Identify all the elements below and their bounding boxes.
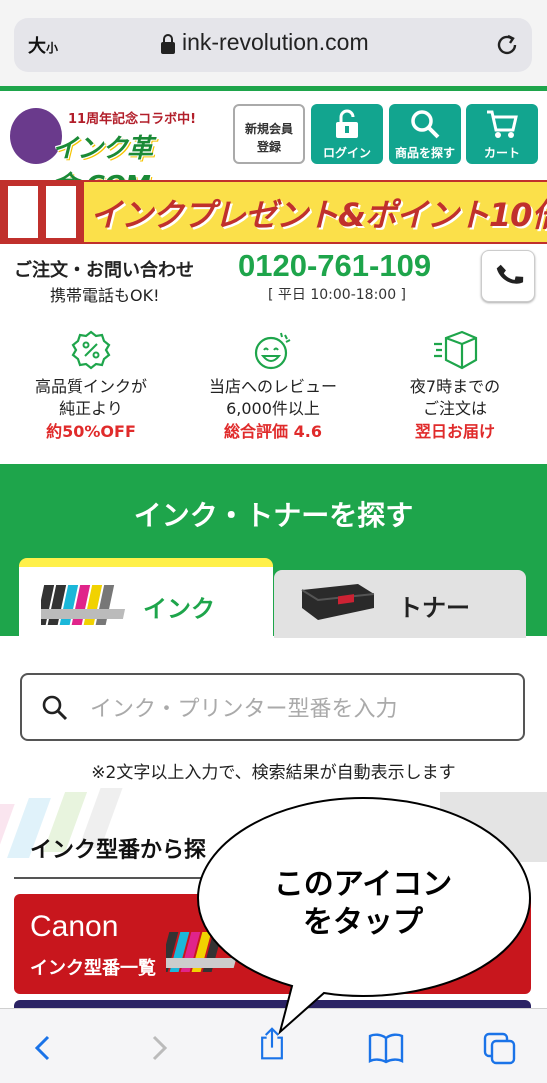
ink-cartridges-icon <box>41 585 126 625</box>
search-placeholder: インク・プリンター型番を入力 <box>90 697 398 722</box>
feature-highlight: 約50%OFF <box>46 422 136 441</box>
callout-bubble: このアイコン をタップ <box>196 796 546 1062</box>
feature-price: 高品質インクが 純正より 約50%OFF <box>6 330 176 444</box>
banner-image <box>0 182 84 242</box>
cart-label: カート <box>483 146 520 160</box>
header-accent-line <box>0 86 547 91</box>
reload-icon[interactable] <box>492 30 522 60</box>
promo-banner[interactable]: インクプレゼント&ポイント10倍 <box>0 180 547 244</box>
percent-badge-icon <box>71 330 111 370</box>
delivery-box-icon <box>434 330 478 370</box>
text-size-small: 小 <box>46 41 59 55</box>
tab-toner[interactable]: トナー <box>274 570 526 638</box>
call-button[interactable] <box>481 250 535 302</box>
login-label: ログイン <box>322 146 371 160</box>
product-search-label: 商品を探す <box>394 146 455 160</box>
cart-icon <box>487 110 518 138</box>
tab-ink-label: インク <box>143 595 215 623</box>
search-note: ※2文字以上入力で、検索結果が自動表示します <box>91 763 456 783</box>
smile-icon <box>254 332 291 370</box>
search-icon <box>42 695 68 721</box>
search-input[interactable]: インク・プリンター型番を入力 <box>20 673 525 741</box>
feature-line-2: ご注文は <box>422 399 487 418</box>
product-search-button[interactable]: 商品を探す <box>389 104 461 164</box>
callout-line-1: このアイコン <box>273 867 453 902</box>
model-section-title: インク型番から探 <box>30 838 207 863</box>
contact-subtitle: 携帯電話もOK! <box>50 286 160 305</box>
callout-text: このアイコン をタップ <box>196 866 530 942</box>
banner-text: インクプレゼント&ポイント10倍 <box>90 196 547 234</box>
back-icon[interactable] <box>26 1031 62 1065</box>
feature-highlight: 総合評価 4.6 <box>224 422 322 441</box>
register-button[interactable]: 新規会員 登録 <box>233 104 305 164</box>
phone-icon <box>496 264 524 284</box>
business-hours: [ 平日 10:00-18:00 ] <box>268 287 407 303</box>
login-button[interactable]: ログイン <box>311 104 383 164</box>
logo-tagline: 11周年記念コラボ中! <box>68 112 197 127</box>
cart-button[interactable]: カート <box>466 104 538 164</box>
lock-open-icon <box>336 109 358 138</box>
text-size-large: 大 <box>28 36 46 57</box>
feature-line-2: 純正より <box>59 399 123 418</box>
feature-line-1: 夜7時までの <box>409 377 501 396</box>
canon-subtitle: インク型番一覧 <box>30 958 156 979</box>
callout-line-2: をタップ <box>303 905 423 940</box>
phone-number[interactable]: 0120-761-109 <box>238 248 431 284</box>
ink-toner-finder: インク・トナーを探す インク トナー <box>0 464 547 638</box>
url-field[interactable]: 大小 ink-revolution.com <box>14 18 532 72</box>
canon-brand-name: Canon <box>30 910 119 943</box>
finder-heading: インク・トナーを探す <box>133 499 414 532</box>
forward-icon[interactable] <box>140 1031 176 1065</box>
feature-highlight: 翌日お届け <box>414 422 495 441</box>
search-icon <box>411 110 440 139</box>
url-text: ink-revolution.com <box>182 29 369 55</box>
feature-line-1: 高品質インクが <box>34 377 147 396</box>
tab-toner-label: トナー <box>398 594 470 622</box>
address-bar: 大小 ink-revolution.com <box>0 0 547 86</box>
feature-review: 当店へのレビュー 6,000件以上 総合評価 4.6 <box>188 330 358 444</box>
register-label-2: 登録 <box>256 140 281 154</box>
tab-ink[interactable]: インク <box>19 558 273 638</box>
site-logo[interactable]: 11周年記念コラボ中! インク革命.COM <box>8 104 218 201</box>
feature-line-1: 当店へのレビュー <box>208 377 337 396</box>
register-label-1: 新規会員 <box>244 122 293 136</box>
text-size-button[interactable]: 大小 <box>28 32 58 58</box>
toner-cartridge-icon <box>301 584 375 620</box>
feature-delivery: 夜7時までの ご注文は 翌日お届け <box>370 330 540 444</box>
lock-icon <box>161 34 175 54</box>
feature-line-2: 6,000件以上 <box>226 399 320 418</box>
contact-title: ご注文・お問い合わせ <box>14 260 194 281</box>
